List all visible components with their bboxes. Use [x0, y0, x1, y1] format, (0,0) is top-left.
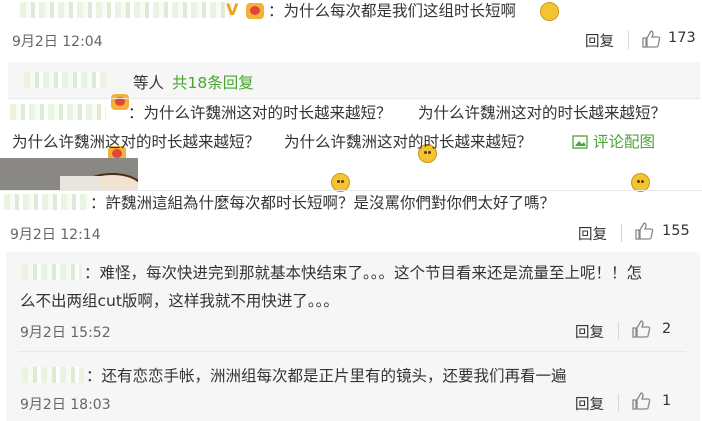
divider [0, 190, 702, 191]
comment-time: 9月2日 12:14 [10, 227, 101, 243]
comment-time: 9月2日 12:04 [12, 34, 103, 50]
divider [628, 31, 629, 49]
comment-text: ：为什么每次都是我们这组时长短啊 [268, 2, 517, 20]
image-icon[interactable] [572, 135, 588, 149]
summary-suffix: 等人 [133, 74, 165, 92]
view-all-replies-link[interactable]: 共18条回复 [172, 72, 254, 94]
blurred-username[interactable] [4, 194, 90, 210]
view-comment-image-link[interactable]: 评论配图 [593, 131, 655, 153]
blurred-username[interactable] [22, 367, 84, 383]
divider [621, 224, 622, 242]
thumb-up-icon[interactable] [631, 392, 651, 410]
comment-text: ：許魏洲這組為什麼每次都时长短啊？是沒罵你們對你們太好了嗎？ [90, 194, 556, 212]
comment-text: 为什么许魏洲这对的时长越来越短？ [12, 133, 261, 151]
comment-text: ：为什么许魏洲这对的时长越来越短？ [128, 104, 392, 122]
thumb-up-icon[interactable] [634, 222, 654, 240]
reply-button[interactable]: 回复 [575, 321, 604, 342]
divider [8, 98, 700, 99]
reply-time: 9月2日 15:52 [20, 325, 111, 341]
reply-button[interactable]: 回复 [578, 223, 607, 244]
reply-button[interactable]: 回复 [585, 30, 614, 51]
blurred-username[interactable] [10, 104, 106, 120]
thumb-up-icon[interactable] [631, 320, 651, 338]
like-count: 155 [662, 223, 690, 239]
blurred-username[interactable] [22, 264, 82, 280]
reply-text: 么不出两组cut版啊，这样我就不用快进了。。。 [20, 292, 339, 310]
reply-text: ：难怪，每次快进完到那就基本快结束了。。。这个节目看来还是流量至上呢！！怎 [84, 264, 643, 282]
blurred-username[interactable] [24, 72, 106, 88]
like-count: 1 [662, 393, 672, 409]
sub-reply-summary-panel [8, 62, 700, 98]
blurred-username[interactable] [20, 2, 232, 18]
like-count: 173 [668, 30, 696, 46]
top-comment: V ：为什么每次都是我们这组时长短啊 9月2日 12:04 回复 173 [0, 0, 702, 50]
comment-image-thumbnail[interactable] [0, 158, 143, 203]
verified-icon: V [226, 0, 239, 19]
divider [18, 351, 686, 352]
wonder-emoji-icon [540, 2, 560, 21]
thumbnail-art [0, 158, 143, 203]
reply-text: ：还有恋恋手帐，洲洲组每次都是正片里有的镜头，还要我们再看一遍 [86, 367, 567, 385]
like-count: 2 [662, 321, 672, 337]
reply-time: 9月2日 18:03 [20, 397, 111, 413]
reply-button[interactable]: 回复 [575, 393, 604, 414]
divider [618, 322, 619, 340]
comment-text: 为什么许魏洲这对的时长越来越短？ [418, 104, 667, 122]
thumb-up-icon[interactable] [641, 30, 661, 48]
member-badge-icon [111, 94, 129, 110]
comment-text: 为什么许魏洲这对的时长越来越短？ [284, 133, 533, 151]
member-badge-icon [246, 3, 264, 19]
divider [618, 394, 619, 412]
